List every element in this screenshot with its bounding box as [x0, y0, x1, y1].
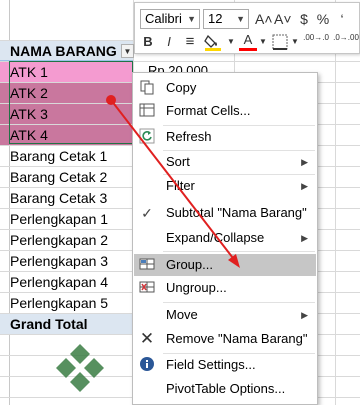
remove-icon: ✕ [139, 329, 155, 348]
pivot-row-barang-cetak-2[interactable]: Barang Cetak 2 [0, 167, 133, 187]
context-menu: Copy Format Cells... Refresh Sort ▶ Filt… [132, 72, 318, 405]
menu-item-subtotal[interactable]: ✓ Subtotal "Nama Barang" [134, 202, 316, 224]
comma-style-button[interactable]: ‘ [335, 9, 349, 29]
pivot-row-atk-1[interactable]: ATK 1 [0, 62, 133, 82]
menu-item-pivottable-options[interactable]: PivotTable Options... [134, 378, 316, 400]
pivot-grand-total[interactable]: Grand Total [0, 314, 133, 334]
increase-decimal-button[interactable]: .0→.00 [333, 32, 359, 42]
menu-item-label: Group... [166, 257, 213, 272]
borders-icon[interactable] [271, 32, 289, 56]
menu-item-format-cells[interactable]: Format Cells... [134, 100, 316, 122]
mini-toolbar: Calibri ▼ 12 ▼ A˄ A˅ $ % ‘ B I ≡ ▼ A ▼ ▼… [134, 2, 360, 54]
menu-item-label: Ungroup... [166, 280, 227, 295]
italic-button[interactable]: I [162, 32, 176, 52]
watermark-logo-icon [52, 342, 108, 398]
font-name-combo[interactable]: Calibri ▼ [140, 9, 200, 29]
check-icon: ✓ [141, 205, 153, 221]
menu-item-move[interactable]: Move ▶ [134, 304, 316, 326]
field-settings-icon [138, 356, 156, 374]
submenu-arrow-icon: ▶ [301, 310, 308, 320]
bold-button[interactable]: B [141, 32, 155, 52]
fill-color-icon[interactable] [203, 32, 223, 58]
font-color-button[interactable]: A [239, 32, 257, 51]
font-size-combo[interactable]: 12 ▼ [203, 9, 249, 29]
currency-button[interactable]: $ [297, 9, 311, 29]
font-name-value: Calibri [145, 11, 182, 26]
menu-item-label: Subtotal "Nama Barang" [166, 205, 307, 220]
menu-item-field-settings[interactable]: Field Settings... [134, 354, 316, 376]
menu-item-label: Field Settings... [166, 357, 256, 372]
pivot-row-barang-cetak-1[interactable]: Barang Cetak 1 [0, 146, 133, 166]
pivot-row-perlengkapan-4[interactable]: Perlengkapan 4 [0, 272, 133, 292]
submenu-arrow-icon: ▶ [301, 157, 308, 167]
menu-item-sort[interactable]: Sort ▶ [134, 151, 316, 173]
menu-item-label: Refresh [166, 129, 212, 144]
copy-icon [138, 79, 156, 97]
chevron-down-icon[interactable]: ▼ [291, 32, 299, 52]
pivot-row-perlengkapan-1[interactable]: Perlengkapan 1 [0, 209, 133, 229]
shrink-font-button[interactable]: A˅ [274, 9, 292, 29]
menu-item-label: Copy [166, 80, 197, 95]
pivot-row-barang-cetak-3[interactable]: Barang Cetak 3 [0, 188, 133, 208]
group-icon [138, 256, 156, 274]
menu-item-refresh[interactable]: Refresh [134, 126, 316, 148]
font-size-value: 12 [208, 11, 223, 26]
grow-font-button[interactable]: A˄ [255, 9, 273, 29]
menu-item-label: Expand/Collapse [166, 230, 265, 245]
menu-item-label: Remove "Nama Barang" [166, 331, 308, 346]
pivot-row-atk-3[interactable]: ATK 3 [0, 104, 133, 124]
submenu-arrow-icon: ▶ [301, 233, 308, 243]
menu-item-copy[interactable]: Copy [134, 77, 316, 99]
pivot-row-perlengkapan-2[interactable]: Perlengkapan 2 [0, 230, 133, 250]
pivot-row-perlengkapan-3[interactable]: Perlengkapan 3 [0, 251, 133, 271]
menu-item-expand-collapse[interactable]: Expand/Collapse ▶ [134, 227, 316, 249]
filter-dropdown-icon[interactable]: ▼ [121, 44, 134, 58]
menu-item-label: Filter [166, 178, 195, 193]
pivot-row-atk-4[interactable]: ATK 4 [0, 125, 133, 145]
chevron-down-icon[interactable]: ▼ [259, 32, 267, 52]
format-cells-icon [138, 102, 156, 120]
chevron-down-icon: ▼ [236, 14, 245, 24]
menu-item-group[interactable]: Group... [134, 254, 316, 276]
refresh-icon [138, 128, 156, 146]
menu-item-ungroup[interactable]: Ungroup... [134, 277, 316, 299]
align-center-button[interactable]: ≡ [181, 32, 199, 52]
ungroup-icon [138, 279, 156, 297]
menu-item-filter[interactable]: Filter ▶ [134, 175, 316, 197]
pivot-row-header[interactable]: NAMA BARANG [0, 41, 133, 61]
pivot-row-perlengkapan-5[interactable]: Perlengkapan 5 [0, 293, 133, 313]
percent-button[interactable]: % [315, 9, 331, 29]
menu-item-label: PivotTable Options... [166, 381, 286, 396]
pivot-row-atk-2[interactable]: ATK 2 [0, 83, 133, 103]
decrease-decimal-button[interactable]: .00→.0 [303, 32, 329, 42]
submenu-arrow-icon: ▶ [301, 181, 308, 191]
menu-item-remove[interactable]: ✕ Remove "Nama Barang" [134, 328, 316, 350]
menu-item-label: Format Cells... [166, 103, 251, 118]
menu-item-label: Move [166, 307, 198, 322]
chevron-down-icon: ▼ [187, 14, 196, 24]
chevron-down-icon[interactable]: ▼ [227, 32, 235, 52]
menu-item-label: Sort [166, 154, 190, 169]
